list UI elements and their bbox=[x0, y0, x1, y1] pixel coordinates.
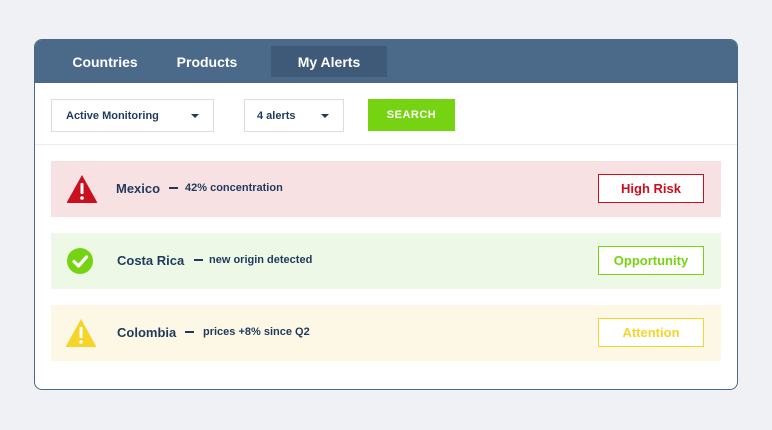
monitoring-select-value: Active Monitoring bbox=[66, 109, 159, 122]
divider bbox=[35, 144, 737, 145]
warning-triangle-icon bbox=[66, 175, 98, 203]
alerts-count-select[interactable]: 4 alerts bbox=[244, 99, 344, 132]
alert-detail: 42% concentration bbox=[185, 182, 283, 194]
warning-triangle-icon bbox=[66, 319, 97, 347]
tab-countries[interactable]: Countries bbox=[57, 46, 153, 77]
alerts-count-value: 4 alerts bbox=[257, 109, 296, 122]
tab-my-alerts[interactable]: My Alerts bbox=[271, 46, 387, 77]
check-circle-icon bbox=[67, 248, 93, 274]
top-nav: Countries Products My Alerts bbox=[35, 40, 737, 83]
alert-row[interactable]: Colombia prices +8% since Q2 Attention bbox=[51, 305, 721, 361]
monitoring-select[interactable]: Active Monitoring bbox=[51, 99, 214, 132]
alert-country: Costa Rica bbox=[117, 253, 185, 268]
status-badge: Attention bbox=[598, 318, 704, 347]
filter-bar: Active Monitoring 4 alerts SEARCH bbox=[35, 83, 737, 144]
separator-dash bbox=[194, 259, 203, 261]
tab-products[interactable]: Products bbox=[163, 46, 251, 77]
alert-row[interactable]: Mexico 42% concentration High Risk bbox=[51, 161, 721, 217]
alert-country: Mexico bbox=[116, 181, 161, 196]
chevron-down-icon bbox=[191, 114, 199, 118]
separator-dash bbox=[185, 331, 194, 333]
search-button[interactable]: SEARCH bbox=[368, 99, 455, 131]
alert-detail: new origin detected bbox=[209, 254, 313, 266]
chevron-down-icon bbox=[321, 114, 329, 118]
status-badge: Opportunity bbox=[598, 246, 704, 275]
separator-dash bbox=[169, 187, 178, 189]
alerts-panel: Countries Products My Alerts Active Moni… bbox=[34, 39, 738, 390]
alert-country: Colombia bbox=[117, 325, 177, 340]
alert-row[interactable]: Costa Rica new origin detected Opportuni… bbox=[51, 233, 721, 289]
status-badge: High Risk bbox=[598, 174, 704, 203]
alert-detail: prices +8% since Q2 bbox=[203, 326, 310, 338]
